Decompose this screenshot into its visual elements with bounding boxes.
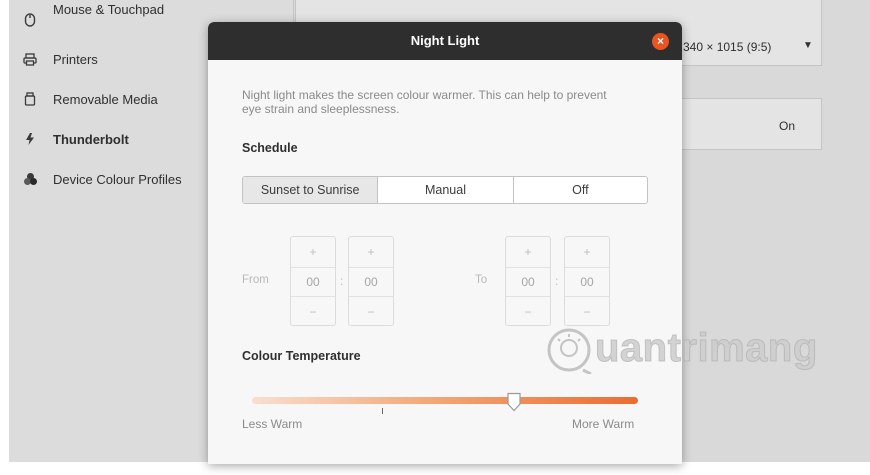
sidebar-item-label: Mouse & Touchpad [53,1,165,17]
schedule-off-button[interactable]: Off [514,177,647,203]
printer-icon [19,52,41,66]
to-hours-decrement-button[interactable]: − [506,297,550,327]
sidebar-item-label: Device Colour Profiles [53,171,182,187]
less-warm-label: Less Warm [242,417,303,431]
from-hours-increment-button[interactable]: + [291,237,335,267]
night-light-dialog: Night Light × Night light makes the scre… [208,22,682,464]
from-label: From [242,274,269,286]
chevron-down-icon[interactable]: ▼ [803,40,813,51]
colour-temperature-slider[interactable] [252,397,638,404]
sidebar-item-label: Removable Media [53,91,158,107]
dialog-title: Night Light [410,33,480,48]
resolution-value[interactable]: 340 × 1015 (9:5) [683,40,771,54]
to-hours-spinner: + 00 − [505,236,551,326]
from-minutes-decrement-button[interactable]: − [349,297,393,327]
from-minutes-input[interactable]: 00 [349,267,393,297]
from-separator: : [340,274,344,288]
night-light-status: On [779,119,796,133]
night-light-description: Night light makes the screen colour warm… [242,88,607,116]
watermark: uantrimang [545,322,845,382]
to-separator: : [555,274,559,288]
from-hours-spinner: + 00 − [290,236,336,326]
close-icon: × [656,34,664,48]
sidebar-item-label: Thunderbolt [53,131,129,147]
colour-temperature-heading: Colour Temperature [242,349,361,363]
mouse-icon [19,13,41,27]
from-minutes-spinner: + 00 − [348,236,394,326]
schedule-selector: Sunset to Sunrise Manual Off [242,176,648,204]
from-hours-decrement-button[interactable]: − [291,297,335,327]
to-minutes-increment-button[interactable]: + [565,237,609,267]
to-minutes-input[interactable]: 00 [565,267,609,297]
watermark-logo-icon [547,328,592,374]
sidebar-item-label: Printers [53,51,98,67]
schedule-manual-button[interactable]: Manual [378,177,514,203]
to-label: To [475,274,488,286]
thunderbolt-icon [19,132,41,146]
more-warm-label: More Warm [572,417,635,431]
removable-media-icon [19,92,41,106]
to-minutes-spinner: + 00 − [564,236,610,326]
schedule-heading: Schedule [242,141,298,155]
close-button[interactable]: × [652,33,669,50]
to-hours-increment-button[interactable]: + [506,237,550,267]
slider-handle[interactable] [506,392,522,412]
from-hours-input[interactable]: 00 [291,267,335,297]
to-hours-input[interactable]: 00 [506,267,550,297]
from-minutes-increment-button[interactable]: + [349,237,393,267]
schedule-sunset-to-sunrise-button[interactable]: Sunset to Sunrise [243,177,379,203]
colour-profiles-icon [19,172,41,186]
slider-default-tick [382,408,383,414]
watermark-text: uantrimang [595,326,818,371]
